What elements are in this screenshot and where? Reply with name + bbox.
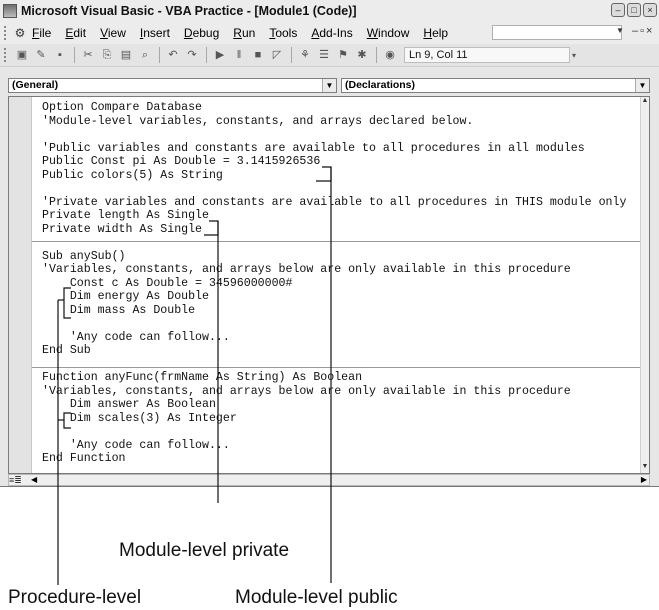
menu-edit[interactable]: Edit xyxy=(65,26,86,40)
callout-module-public: Module-level public xyxy=(235,587,398,608)
vertical-scrollbar[interactable]: ▲ ▼ xyxy=(640,97,649,473)
menu-run[interactable]: Run xyxy=(233,26,255,40)
callout-procedure-level: Procedure-level xyxy=(8,587,142,608)
maximize-button[interactable]: □ xyxy=(627,3,641,17)
code-text[interactable]: Option Compare Database 'Module-level va… xyxy=(42,101,626,466)
scroll-down-icon[interactable]: ▼ xyxy=(641,463,649,473)
insert-module-icon[interactable]: ✎ xyxy=(32,46,50,64)
menu-tools[interactable]: Tools xyxy=(269,26,297,40)
chevron-down-icon[interactable]: ▼ xyxy=(322,79,336,92)
code-line[interactable] xyxy=(42,317,626,331)
procedure-separator xyxy=(32,367,649,368)
undo-icon[interactable]: ↶ xyxy=(164,46,182,64)
window-title: Microsoft Visual Basic - VBA Practice - … xyxy=(21,4,357,18)
scroll-left-icon[interactable]: ◀ xyxy=(31,475,37,485)
view-access-icon[interactable]: ▣ xyxy=(13,46,31,64)
code-line[interactable] xyxy=(42,236,626,250)
help-icon[interactable]: ◉ xyxy=(381,46,399,64)
menubar-grip[interactable] xyxy=(4,26,9,40)
title-bar: Microsoft Visual Basic - VBA Practice - … xyxy=(0,0,659,23)
procedure-dropdown-value: (Declarations) xyxy=(345,79,416,91)
code-line[interactable]: Dim energy As Double xyxy=(42,290,626,304)
code-line[interactable]: 'Module-level variables, constants, and … xyxy=(42,115,626,129)
callout-module-private: Module-level private xyxy=(119,540,290,561)
scroll-right-icon[interactable]: ▶ xyxy=(641,475,647,485)
close-button[interactable]: × xyxy=(643,3,657,17)
code-line[interactable]: 'Variables, constants, and arrays below … xyxy=(42,385,626,399)
break-icon[interactable]: ‖ xyxy=(230,46,248,64)
code-line[interactable] xyxy=(42,182,626,196)
toolbar-options-icon[interactable]: ▾ xyxy=(572,51,576,60)
code-line[interactable]: End Function xyxy=(42,452,626,466)
find-icon[interactable]: ⌕ xyxy=(136,46,154,64)
toolbox-icon[interactable]: ✱ xyxy=(353,46,371,64)
object-dropdown[interactable]: (General) ▼ xyxy=(8,78,337,93)
code-line[interactable]: Private length As Single xyxy=(42,209,626,223)
code-line[interactable]: Sub anySub() xyxy=(42,250,626,264)
code-line[interactable]: 'Any code can follow... xyxy=(42,439,626,453)
code-line[interactable] xyxy=(42,358,626,372)
module-icon[interactable]: ⚙ xyxy=(12,26,28,40)
code-line[interactable]: Const c As Double = 34596000000# xyxy=(42,277,626,291)
standard-toolbar: ▣ ✎ ▪ ✂ ⎘ ▤ ⌕ ↶ ↷ ▶ ‖ ■ ◸ ⚘ ☰ ⚑ ✱ ◉ Ln 9… xyxy=(0,44,659,67)
code-line[interactable]: Public colors(5) As String xyxy=(42,169,626,183)
menu-debug[interactable]: Debug xyxy=(184,26,219,40)
code-line[interactable] xyxy=(42,425,626,439)
mdi-controls[interactable]: –▫× xyxy=(632,25,654,37)
code-line[interactable]: Option Compare Database xyxy=(42,101,626,115)
procedure-separator xyxy=(32,241,649,242)
code-line[interactable]: 'Public variables and constants are avai… xyxy=(42,142,626,156)
code-editor[interactable]: Option Compare Database 'Module-level va… xyxy=(8,96,650,474)
minimize-button[interactable]: – xyxy=(611,3,625,17)
scroll-up-icon[interactable]: ▲ xyxy=(641,97,649,107)
menu-add-ins[interactable]: Add-Ins xyxy=(311,26,352,40)
vbe-window: Microsoft Visual Basic - VBA Practice - … xyxy=(0,0,659,487)
object-browser-icon[interactable]: ⚑ xyxy=(334,46,352,64)
reset-icon[interactable]: ■ xyxy=(249,46,267,64)
code-line[interactable]: Function anyFunc(frmName As String) As B… xyxy=(42,371,626,385)
menu-bar: ⚙ File Edit View Insert Debug Run Tools … xyxy=(0,22,659,44)
procedure-dropdown[interactable]: (Declarations) ▼ xyxy=(341,78,650,93)
horizontal-scrollbar[interactable]: ≡≣ ◀ ▶ xyxy=(8,474,650,486)
cut-icon[interactable]: ✂ xyxy=(79,46,97,64)
redo-icon[interactable]: ↷ xyxy=(183,46,201,64)
cursor-position: Ln 9, Col 11 xyxy=(404,47,570,63)
code-line[interactable]: Public Const pi As Double = 3.1415926536 xyxy=(42,155,626,169)
project-explorer-icon[interactable]: ⚘ xyxy=(296,46,314,64)
vba-app-icon xyxy=(3,4,17,18)
copy-icon[interactable]: ⎘ xyxy=(98,46,116,64)
code-line[interactable]: End Sub xyxy=(42,344,626,358)
design-mode-icon[interactable]: ◸ xyxy=(268,46,286,64)
run-icon[interactable]: ▶ xyxy=(211,46,229,64)
object-dropdown-value: (General) xyxy=(12,79,59,91)
margin-indicator-bar[interactable] xyxy=(9,97,32,473)
code-combo-bar: (General) ▼ (Declarations) ▼ xyxy=(0,67,659,95)
code-line[interactable]: 'Any code can follow... xyxy=(42,331,626,345)
code-line[interactable]: Dim mass As Double xyxy=(42,304,626,318)
help-search-input[interactable] xyxy=(492,25,622,40)
menu-window[interactable]: Window xyxy=(367,26,410,40)
code-line[interactable] xyxy=(42,128,626,142)
properties-window-icon[interactable]: ☰ xyxy=(315,46,333,64)
help-dropdown-icon[interactable]: ▼ xyxy=(616,26,624,35)
menu-file[interactable]: File xyxy=(32,26,51,40)
paste-icon[interactable]: ▤ xyxy=(117,46,135,64)
save-icon[interactable]: ▪ xyxy=(51,46,69,64)
menu-view[interactable]: View xyxy=(100,26,126,40)
code-line[interactable]: 'Variables, constants, and arrays below … xyxy=(42,263,626,277)
menu-help[interactable]: Help xyxy=(423,26,448,40)
chevron-down-icon[interactable]: ▼ xyxy=(635,79,649,92)
code-line[interactable]: Dim answer As Boolean xyxy=(42,398,626,412)
code-line[interactable]: Private width As Single xyxy=(42,223,626,237)
menu-insert[interactable]: Insert xyxy=(140,26,170,40)
toolbar-grip[interactable] xyxy=(4,48,9,62)
code-line[interactable]: 'Private variables and constants are ava… xyxy=(42,196,626,210)
view-toggle-icons[interactable]: ≡≣ xyxy=(9,475,22,485)
code-line[interactable]: Dim scales(3) As Integer xyxy=(42,412,626,426)
